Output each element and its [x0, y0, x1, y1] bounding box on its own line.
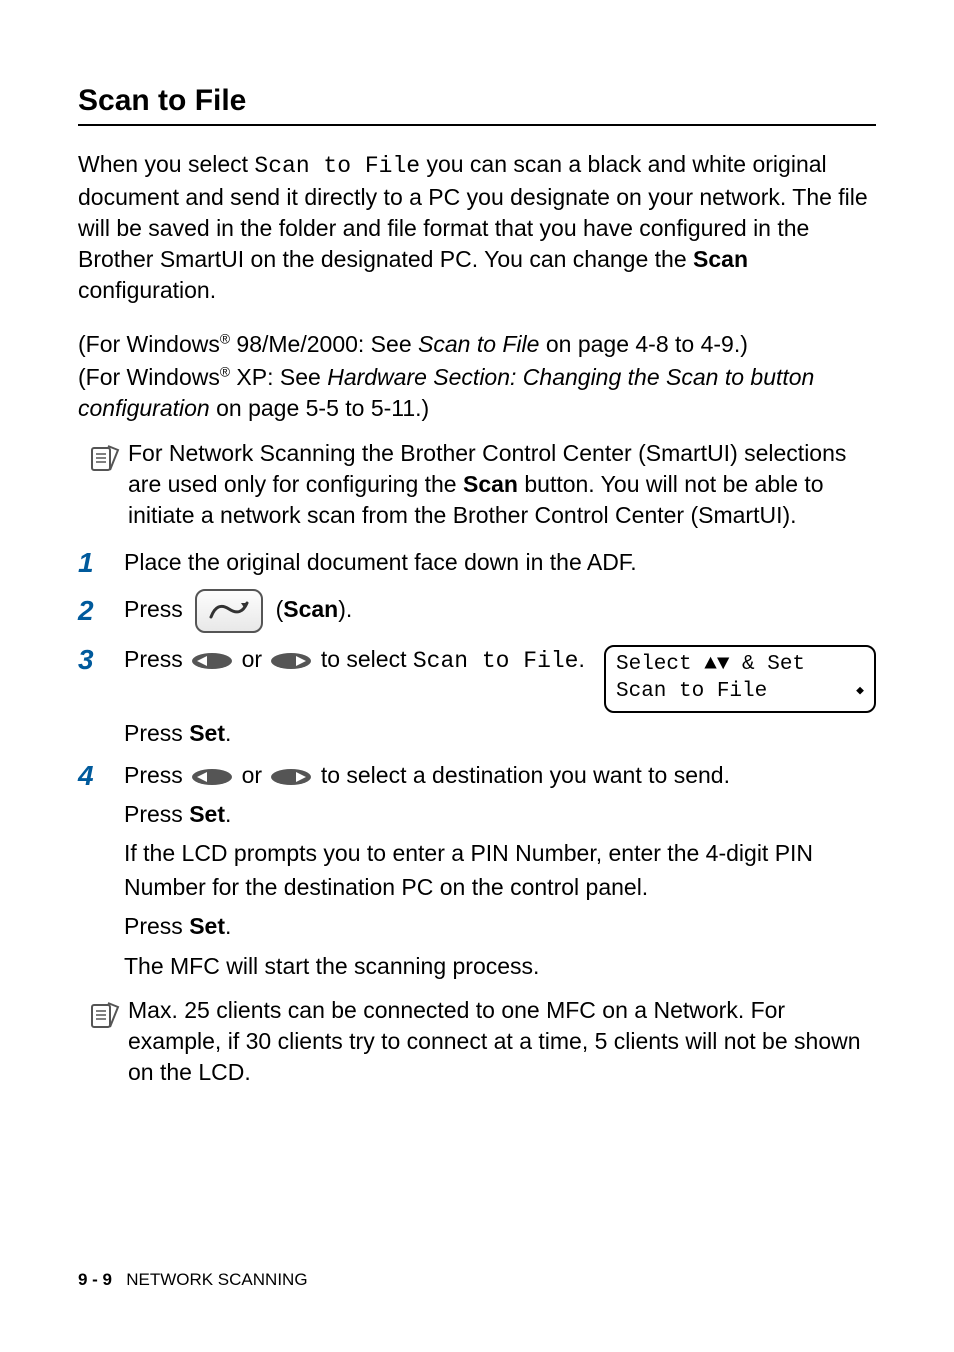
- left-arrow-icon: [191, 652, 233, 670]
- crossref-link[interactable]: Scan to File: [418, 331, 539, 357]
- left-arrow-icon: [191, 768, 233, 786]
- text: Press: [124, 720, 189, 746]
- right-arrow-icon: [270, 652, 312, 670]
- note-icon: [88, 999, 128, 1036]
- text: .: [225, 801, 231, 827]
- text: .: [225, 720, 231, 746]
- note-2: Max. 25 clients can be connected to one …: [88, 995, 876, 1088]
- bold-text: Set: [189, 913, 225, 939]
- note-1: For Network Scanning the Brother Control…: [88, 438, 876, 531]
- note-text: Max. 25 clients can be connected to one …: [128, 995, 876, 1088]
- xref-line-1: (For Windows® 98/Me/2000: See Scan to Fi…: [78, 329, 876, 360]
- code-text: Scan to File: [413, 648, 579, 674]
- text: (For Windows: [78, 364, 220, 390]
- step-3: 3 Select ▲▼ & Set Scan to File ◆ Press o…: [78, 643, 876, 751]
- step-text: Place the original document face down in…: [124, 546, 876, 579]
- text: or: [242, 762, 269, 788]
- text: to select: [321, 646, 413, 672]
- step-1: 1 Place the original document face down …: [78, 546, 876, 579]
- lcd-line-2: Scan to File: [616, 678, 767, 705]
- text: or: [242, 646, 269, 672]
- text: Press: [124, 801, 189, 827]
- xref-line-2: (For Windows® XP: See Hardware Section: …: [78, 362, 876, 424]
- bold-text: Scan: [463, 471, 518, 497]
- lcd-display: Select ▲▼ & Set Scan to File ◆: [604, 645, 876, 714]
- step-2: 2 Press (Scan).: [78, 589, 876, 633]
- step-4: 4 Press or to select a destination you w…: [78, 759, 876, 983]
- step-number: 1: [78, 546, 124, 579]
- text: Press: [124, 913, 189, 939]
- intro-paragraph: When you select Scan to File you can sca…: [78, 149, 876, 306]
- text: XP: See: [230, 364, 327, 390]
- text: .: [225, 913, 231, 939]
- step-number: 3: [78, 643, 124, 676]
- lcd-line-1: Select ▲▼ & Set: [616, 651, 805, 678]
- code-text: Scan to File: [254, 153, 420, 179]
- page-number: 9 - 9: [78, 1270, 112, 1289]
- text: 98/Me/2000: See: [230, 331, 418, 357]
- text: to select a destination you want to send…: [321, 762, 730, 788]
- registered-mark: ®: [220, 332, 230, 347]
- section-heading: Scan to File: [78, 84, 876, 126]
- step-number: 4: [78, 759, 124, 792]
- bold-text: Scan: [693, 246, 748, 272]
- final-text: The MFC will start the scanning process.: [124, 950, 876, 983]
- text: Press: [124, 762, 189, 788]
- scan-hardware-button: [195, 589, 263, 633]
- text: Press: [124, 646, 189, 672]
- text: .: [579, 646, 585, 672]
- bold-text: Set: [189, 801, 225, 827]
- bold-text: Set: [189, 720, 225, 746]
- right-arrow-icon: [270, 768, 312, 786]
- text: Press: [124, 596, 189, 622]
- page-footer: 9 - 9 NETWORK SCANNING: [78, 1270, 308, 1290]
- text: on page 5-5 to 5-11.): [210, 395, 430, 421]
- text: (For Windows: [78, 331, 220, 357]
- text: configuration.: [78, 277, 216, 303]
- step-number: 2: [78, 594, 124, 627]
- text: on page 4-8 to 4-9.): [539, 331, 747, 357]
- updown-indicator-icon: ◆: [856, 683, 864, 700]
- note-icon: [88, 442, 128, 479]
- bold-text: Scan: [283, 596, 338, 622]
- chapter-title: NETWORK SCANNING: [112, 1270, 308, 1289]
- pin-text: If the LCD prompts you to enter a PIN Nu…: [124, 837, 876, 904]
- text: ).: [338, 596, 352, 622]
- text: When you select: [78, 151, 254, 177]
- registered-mark: ®: [220, 365, 230, 380]
